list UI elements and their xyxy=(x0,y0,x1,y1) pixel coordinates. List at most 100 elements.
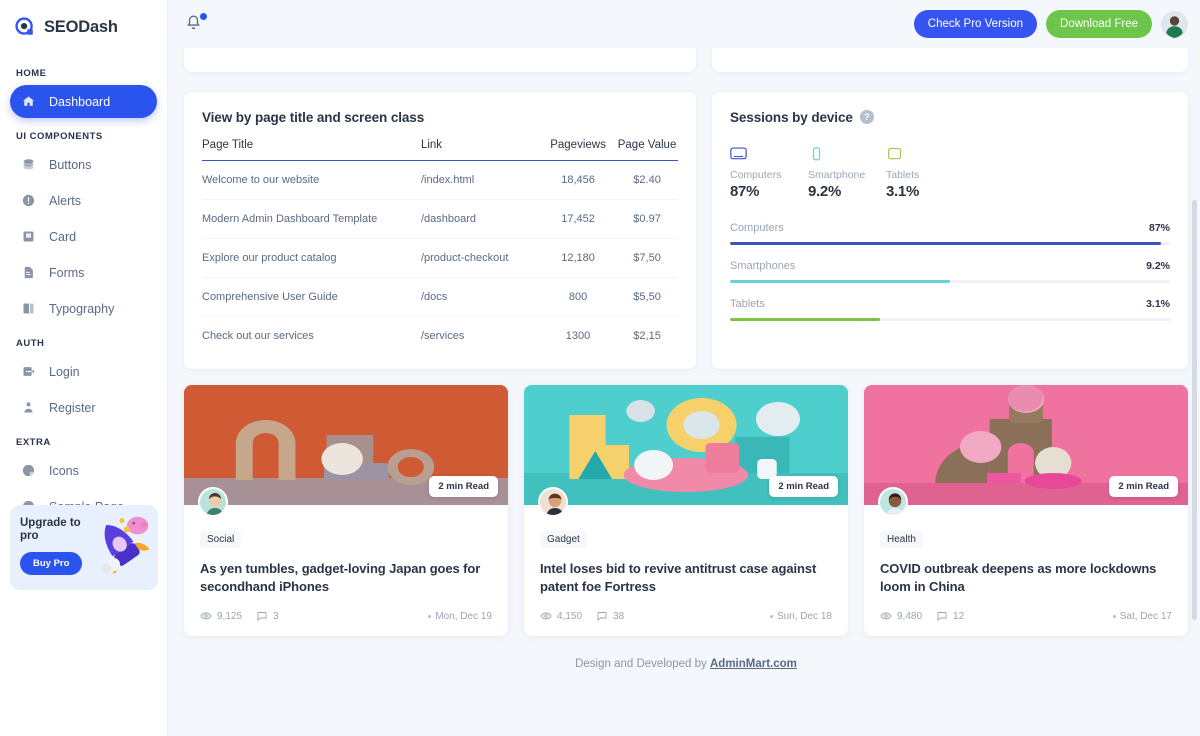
blog-date: Sun, Dec 18 xyxy=(776,610,832,622)
progress-computers: Computers 87% xyxy=(730,222,1170,245)
app-root: SEODash HOME Dashboard UI COMPONENTS But… xyxy=(0,0,1200,736)
comments-count: 12 xyxy=(953,610,965,622)
sidebar-item-icons[interactable]: Icons xyxy=(10,454,157,487)
cell-page-title: Comprehensive User Guide xyxy=(202,277,421,317)
blog-card[interactable]: 2 min Read Health COVID outbreak deepens… xyxy=(864,385,1188,637)
date-meta: Sun, Dec 18 xyxy=(769,610,832,622)
cell-link: /index.html xyxy=(420,160,540,200)
views-meta: 9,125 xyxy=(200,610,242,622)
read-time-badge: 2 min Read xyxy=(1109,476,1178,497)
sidebar-item-forms[interactable]: Forms xyxy=(10,256,157,289)
read-time-badge: 2 min Read xyxy=(429,476,498,497)
notification-bell-button[interactable] xyxy=(184,13,207,35)
user-avatar[interactable] xyxy=(1161,10,1188,38)
author-avatar[interactable] xyxy=(198,487,228,517)
alert-circle-icon xyxy=(20,192,37,209)
cell-page-value: $0.97 xyxy=(616,199,678,239)
blog-card[interactable]: 2 min Read Social As yen tumbles, gadget… xyxy=(184,385,508,637)
table-header-row: Page Title Link Pageviews Page Value xyxy=(202,139,678,161)
card-icon xyxy=(20,228,37,245)
cell-page-value: $2,15 xyxy=(633,330,661,342)
blog-body: Gadget Intel loses bid to revive antitru… xyxy=(524,487,848,636)
nav-caption-auth: AUTH xyxy=(16,338,45,349)
device-value: 87% xyxy=(730,183,760,200)
comment-icon xyxy=(597,612,607,622)
sidebar-item-alerts[interactable]: Alerts xyxy=(10,184,157,217)
blog-card[interactable]: 2 min Read Gadget Intel loses bid to rev… xyxy=(524,385,848,637)
device-value: 3.1% xyxy=(886,183,919,200)
device-value: 9.2% xyxy=(808,183,841,200)
sidebar-nav: HOME Dashboard UI COMPONENTS Buttons Ale… xyxy=(0,52,167,523)
progress-value: 3.1% xyxy=(1146,298,1170,310)
views-count: 9,125 xyxy=(217,610,243,622)
read-time-badge: 2 min Read xyxy=(769,476,838,497)
dot-icon xyxy=(1112,614,1116,618)
comment-icon xyxy=(937,612,947,622)
buy-pro-button[interactable]: Buy Pro xyxy=(20,552,83,576)
cell-pageviews: 1300 xyxy=(565,330,591,342)
sidebar-scrollbar[interactable] xyxy=(162,0,166,736)
footer: Design and Developed by AdminMart.com xyxy=(184,636,1188,670)
login-arrow-icon xyxy=(20,363,37,380)
blog-title[interactable]: COVID outbreak deepens as more lockdowns… xyxy=(880,560,1172,595)
page-title-table: Page Title Link Pageviews Page Value Wel… xyxy=(202,139,678,355)
blog-cards-row: 2 min Read Social As yen tumbles, gadget… xyxy=(184,385,1188,637)
device-computers: Computers 87% xyxy=(730,147,808,200)
table-body: Welcome to our website /index.html 18,45… xyxy=(202,160,678,356)
topbar: Check Pro Version Download Free xyxy=(168,0,1200,48)
progress-label: Smartphones xyxy=(730,260,796,272)
download-free-button[interactable]: Download Free xyxy=(1046,10,1152,38)
sidebar-item-register[interactable]: Register xyxy=(10,391,157,424)
main-scrollbar-thumb[interactable] xyxy=(1192,200,1197,620)
progress-fill xyxy=(730,242,1162,245)
sidebar-item-typography[interactable]: Typography xyxy=(10,292,157,325)
cell-pageviews: 18,456 xyxy=(539,160,617,200)
comments-count: 38 xyxy=(613,610,625,622)
sidebar-item-dashboard[interactable]: Dashboard xyxy=(10,85,157,118)
brand-name: SEODash xyxy=(44,17,118,36)
table-row: Modern Admin Dashboard Template /dashboa… xyxy=(202,199,678,239)
nav-caption-home: HOME xyxy=(16,68,47,79)
blog-title[interactable]: Intel loses bid to revive antitrust case… xyxy=(540,560,832,595)
sidebar-item-login[interactable]: Login xyxy=(10,355,157,388)
page-title-table-heading: View by page title and screen class xyxy=(202,110,425,125)
page-title-table-card: View by page title and screen class Page… xyxy=(184,92,696,369)
help-question-icon[interactable]: ? xyxy=(859,110,874,124)
analytics-row: View by page title and screen class Page… xyxy=(184,92,1188,369)
eye-icon xyxy=(200,612,212,620)
seodash-logo-icon xyxy=(14,16,36,38)
sidebar-item-label: Icons xyxy=(49,463,79,478)
comment-icon xyxy=(257,612,267,622)
blog-category[interactable]: Social xyxy=(200,531,242,548)
views-count: 9,480 xyxy=(897,610,923,622)
sidebar-item-buttons[interactable]: Buttons xyxy=(10,148,157,181)
author-avatar[interactable] xyxy=(538,487,568,517)
blog-meta: 4,150 38 Sun, Dec 18 xyxy=(540,610,832,622)
author-avatar[interactable] xyxy=(878,487,908,517)
sessions-heading-text: Sessions by device xyxy=(730,110,853,125)
device-label: Computers xyxy=(730,169,782,181)
device-progress-bars: Computers 87% Smartphones 9.2% Tablets 3… xyxy=(730,222,1170,321)
device-label: Smartphone xyxy=(808,169,866,181)
blog-category[interactable]: Health xyxy=(880,531,923,548)
blog-image: 2 min Read xyxy=(184,385,508,505)
brand[interactable]: SEODash xyxy=(0,0,167,52)
progress-smartphones: Smartphones 9.2% xyxy=(730,260,1170,283)
comments-count: 3 xyxy=(273,610,279,622)
blog-body: Social As yen tumbles, gadget-loving Jap… xyxy=(184,487,508,636)
cell-page-title: Modern Admin Dashboard Template xyxy=(202,199,421,239)
progress-track xyxy=(730,318,1170,321)
column-header-link: Link xyxy=(420,139,540,161)
content: View by page title and screen class Page… xyxy=(168,44,1200,670)
footer-text: Design and Developed by xyxy=(575,658,710,671)
adminmart-link[interactable]: AdminMart.com xyxy=(710,658,797,670)
sidebar-item-card[interactable]: Card xyxy=(10,220,157,253)
blog-title[interactable]: As yen tumbles, gadget-loving Japan goes… xyxy=(200,560,492,595)
date-meta: Sat, Dec 17 xyxy=(1112,611,1172,622)
eye-icon xyxy=(540,612,552,620)
upgrade-title: Upgrade to pro xyxy=(20,517,81,543)
sidebar-item-label: Alerts xyxy=(49,193,81,208)
blog-category[interactable]: Gadget xyxy=(540,531,587,548)
check-pro-version-button[interactable]: Check Pro Version xyxy=(913,10,1038,38)
views-meta: 4,150 xyxy=(540,610,582,622)
